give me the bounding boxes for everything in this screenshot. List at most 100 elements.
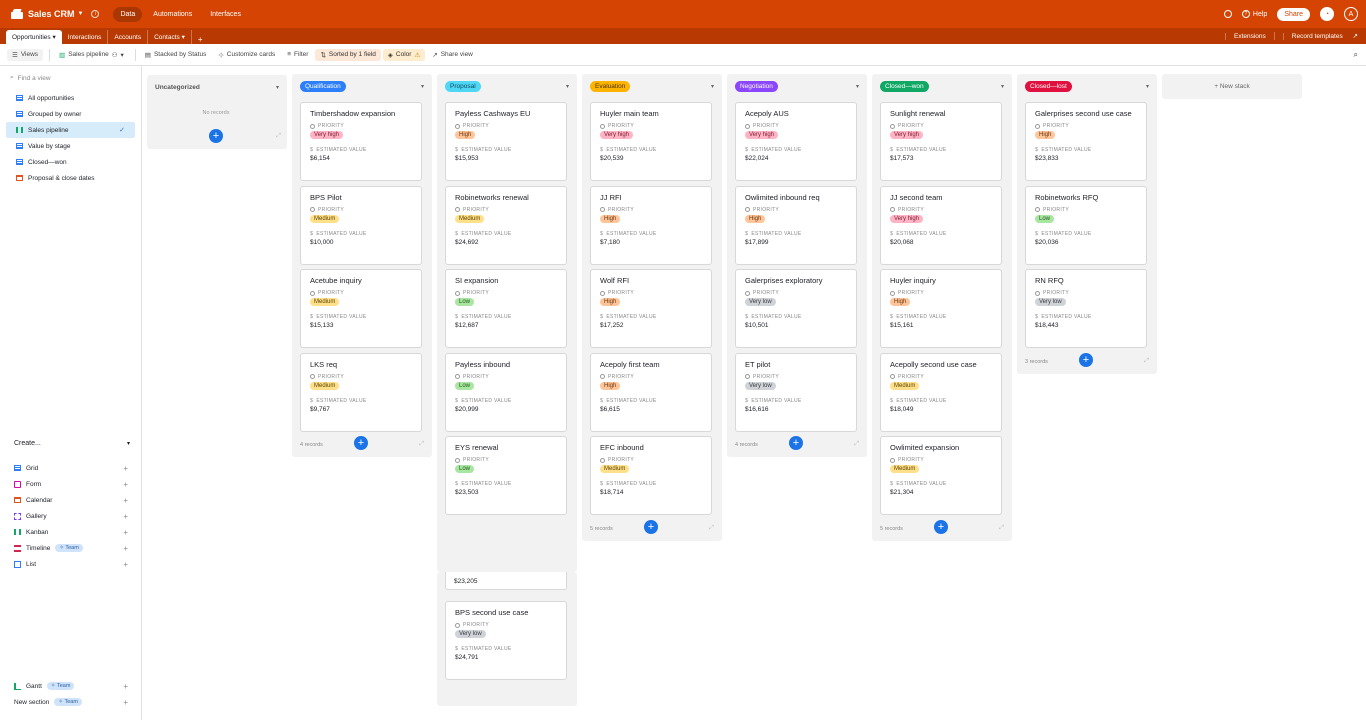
create-kanban[interactable]: Kanban + <box>0 524 142 540</box>
record-card[interactable]: JJ second team PRIORITY Very high $ ESTIMATE… <box>880 185 1002 265</box>
customize-cards-button[interactable]: ⊹ Customize cards <box>213 49 280 61</box>
tab-opportunities[interactable]: Opportunities ▾ <box>6 30 62 44</box>
expand-icon[interactable]: ⤢ <box>709 525 714 532</box>
chevron-down-icon[interactable]: ▼ <box>78 11 84 17</box>
record-card[interactable]: Acepolly second use case PRIORITY Medium $ E… <box>880 352 1002 432</box>
add-record-button[interactable]: + <box>789 436 803 450</box>
chevron-down-icon[interactable]: ▾ <box>1001 83 1004 90</box>
record-card[interactable]: Wolf RFI PRIORITY High $ ESTIMATED VALUE $17,… <box>590 269 712 348</box>
chevron-down-icon[interactable]: ▾ <box>276 84 279 91</box>
chevron-down-icon[interactable]: ▾ <box>566 83 569 90</box>
stack-header[interactable]: Proposal ▾ <box>437 74 577 98</box>
view-item-all-opportunities[interactable]: All opportunities <box>6 90 135 106</box>
record-card[interactable]: Timbershadow expansion PRIORITY Very high $… <box>300 102 422 181</box>
stacked-by-button[interactable]: ▤ Stacked by Status <box>140 49 212 61</box>
record-card[interactable]: Acepoly AUS PRIORITY Very high $ ESTIMATED V… <box>735 102 857 181</box>
create-calendar[interactable]: Calendar + <box>0 492 142 508</box>
stack-header[interactable]: Closed—won ▾ <box>872 74 1012 98</box>
record-card[interactable]: Robinetworks RFQ PRIORITY Low $ ESTIMATED VA… <box>1025 185 1147 265</box>
add-record-button[interactable]: + <box>1079 352 1093 367</box>
record-card[interactable]: Acepoly first team PRIORITY High $ ESTIMATED… <box>590 352 712 432</box>
record-card[interactable]: ET pilot PRIORITY Very low $ ESTIMATED VALUE… <box>735 352 857 432</box>
expand-icon[interactable]: ⤢ <box>419 441 424 448</box>
add-record-button[interactable]: + <box>354 436 368 450</box>
create-form[interactable]: Form + <box>0 476 142 492</box>
expand-icon[interactable]: ⤢ <box>276 133 281 140</box>
record-card[interactable]: Owlimited expansion PRIORITY Medium $ ESTIMA… <box>880 436 1002 515</box>
stack-header[interactable]: Uncategorized ▾ <box>147 75 287 99</box>
create-section-toggle[interactable]: Create... ▾ <box>14 440 130 447</box>
record-card[interactable]: Sunlight renewal PRIORITY Very high $ ESTIMA… <box>880 102 1002 181</box>
view-item-grouped-by-owner[interactable]: Grouped by owner <box>6 106 135 122</box>
add-table-icon[interactable]: + <box>192 35 209 44</box>
create-gantt[interactable]: Gantt ✧ Team + <box>0 678 142 694</box>
sort-button[interactable]: ⇅ Sorted by 1 field <box>315 48 381 61</box>
nav-automations[interactable]: Automations <box>146 7 199 22</box>
record-card[interactable]: JJ RFI PRIORITY High $ ESTIMATED VALUE $7,180 <box>590 185 712 265</box>
create-list[interactable]: List + <box>0 556 142 572</box>
record-templates-button[interactable]: Record templates ↗ <box>1273 32 1366 40</box>
record-card[interactable]: Huyler main team PRIORITY Very high $ ESTIMA… <box>590 102 712 181</box>
stack-header[interactable]: Qualification ▾ <box>292 74 432 98</box>
record-card[interactable]: LKS req PRIORITY Medium $ ESTIMATED VALUE $9,… <box>300 352 422 432</box>
extensions-button[interactable]: Extensions <box>1224 32 1274 40</box>
base-logo-icon[interactable] <box>11 9 23 19</box>
record-card[interactable]: SI expansion PRIORITY Low $ ESTIMATED VALUE $… <box>445 269 567 348</box>
expand-icon[interactable]: ⤢ <box>854 441 859 448</box>
record-card[interactable]: Payless inbound PRIORITY Low $ ESTIMATED VAL… <box>445 352 567 432</box>
chevron-down-icon[interactable]: ▾ <box>421 83 424 90</box>
record-card[interactable]: EFC inbound PRIORITY Medium $ ESTIMATED VALU… <box>590 436 712 515</box>
avatar[interactable]: A <box>1344 7 1358 21</box>
base-name[interactable]: Sales CRM <box>28 9 75 19</box>
tab-interactions[interactable]: Interactions <box>62 30 109 44</box>
history-icon[interactable] <box>1223 10 1232 18</box>
chevron-down-icon[interactable]: ▾ <box>711 83 714 90</box>
record-card[interactable]: RN RFQ PRIORITY Very low $ ESTIMATED VALUE $1… <box>1025 269 1147 348</box>
view-item-proposal-close-dates[interactable]: Proposal & close dates <box>6 170 135 186</box>
expand-icon[interactable]: ⤢ <box>1144 358 1149 365</box>
nav-interfaces[interactable]: Interfaces <box>203 7 248 22</box>
expand-icon[interactable]: ⤢ <box>999 525 1004 532</box>
create-new-section[interactable]: New section ✧ Team + <box>0 694 142 710</box>
search-icon[interactable]: ⌕ <box>1354 50 1358 60</box>
record-card[interactable]: Owlimited inbound req PRIORITY High $ ESTIMA… <box>735 185 857 265</box>
record-card[interactable]: Robinetworks renewal PRIORITY Medium $ ESTIM… <box>445 185 567 265</box>
record-card[interactable]: Payless Cashways EU PRIORITY High $ ESTIMATE… <box>445 102 567 181</box>
record-card[interactable]: Acetube inquiry PRIORITY Medium $ ESTIMATED … <box>300 269 422 348</box>
help-button[interactable]: ? Help <box>1241 10 1267 18</box>
notifications-icon[interactable]: ◔ <box>1320 7 1334 21</box>
record-card[interactable]: EYS renewal PRIORITY Low $ ESTIMATED VALUE $2… <box>445 436 567 515</box>
find-view-input[interactable]: Find a view <box>18 75 51 82</box>
new-stack-button[interactable]: + New stack <box>1162 74 1302 99</box>
info-icon[interactable]: i <box>91 10 100 18</box>
nav-data[interactable]: Data <box>113 6 143 22</box>
chevron-down-icon[interactable]: ▾ <box>182 33 185 41</box>
add-record-button[interactable]: + <box>209 129 223 143</box>
stack-header[interactable]: Negotiation ▾ <box>727 74 867 98</box>
record-card[interactable]: Galerprises exploratory PRIORITY Very low $… <box>735 269 857 348</box>
create-grid[interactable]: Grid + <box>0 460 142 476</box>
view-item-closed-won[interactable]: Closed—won <box>6 154 135 170</box>
tab-contacts[interactable]: Contacts ▾ <box>148 30 192 44</box>
share-view-button[interactable]: ↗ Share view <box>427 49 478 61</box>
record-card[interactable]: BPS second use case PRIORITY Very low $ ESTI… <box>445 601 567 680</box>
color-button[interactable]: ◈ Color ⚠ <box>382 48 426 61</box>
find-view[interactable]: ⌕ Find a view <box>10 74 131 82</box>
chevron-down-icon[interactable]: ▾ <box>52 33 55 41</box>
views-toggle-button[interactable]: ☰ Views <box>7 48 44 61</box>
create-gallery[interactable]: Gallery + <box>0 508 142 524</box>
view-item-sales-pipeline[interactable]: Sales pipeline ✓ <box>6 122 135 138</box>
tab-accounts[interactable]: Accounts <box>108 30 149 44</box>
filter-button[interactable]: ≡ Filter <box>282 49 313 60</box>
record-card[interactable]: BPS Pilot PRIORITY Medium $ ESTIMATED VALUE $… <box>300 185 422 265</box>
record-card[interactable]: Galerprises second use case PRIORITY High $… <box>1025 102 1147 181</box>
stack-header[interactable]: Evaluation ▾ <box>582 74 722 98</box>
view-item-value-by-stage[interactable]: Value by stage <box>6 138 135 154</box>
add-record-button[interactable]: + <box>934 519 948 534</box>
share-button[interactable]: Share <box>1277 7 1310 21</box>
chevron-down-icon[interactable]: ▾ <box>1146 83 1149 90</box>
record-card[interactable]: Huyler inquiry PRIORITY High $ ESTIMATED VAL… <box>880 269 1002 348</box>
stack-header[interactable]: Closed—lost ▾ <box>1017 74 1157 98</box>
current-view-button[interactable]: ▥ Sales pipeline ⚇ ▾ <box>54 49 129 61</box>
create-timeline[interactable]: Timeline ✧ Team + <box>0 540 142 556</box>
